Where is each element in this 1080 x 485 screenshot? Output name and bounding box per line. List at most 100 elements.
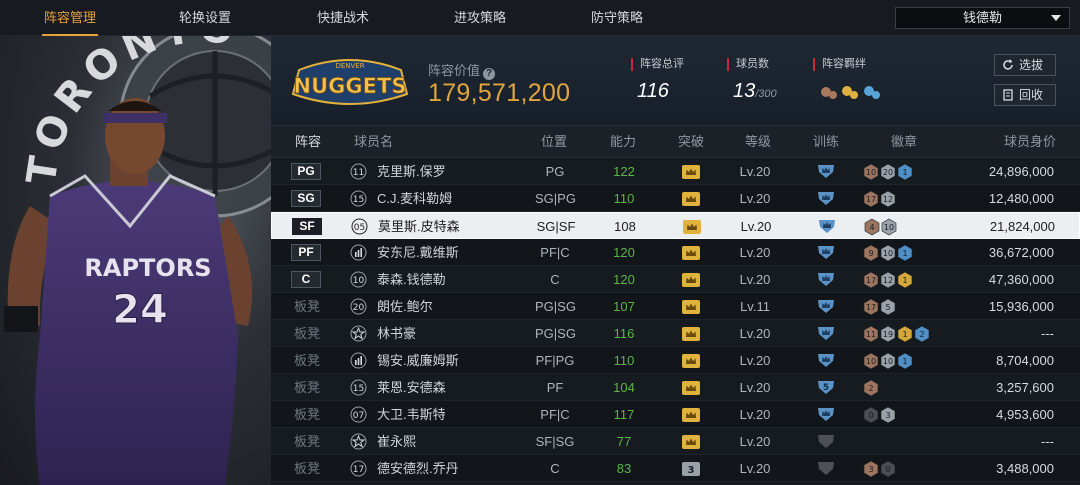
- player-value: 24,896,000: [988, 164, 1054, 179]
- badge-group[interactable]: 4 10: [864, 218, 898, 236]
- badge-group[interactable]: 2: [863, 379, 880, 397]
- badge-group[interactable]: 10 10 1: [863, 352, 914, 370]
- badge-bronze-icon: 17: [863, 298, 879, 316]
- slot-badge: SF: [292, 218, 322, 235]
- badge-count: 2: [919, 330, 924, 339]
- player-name[interactable]: 锡安.威廉姆斯: [377, 347, 459, 374]
- badge-bronze-icon: 9: [863, 244, 879, 262]
- table-row[interactable]: 板凳 锡安.威廉姆斯 PF|PG 110 Lv.20 10 10 1 8,704,000: [271, 347, 1080, 374]
- tab-lineup[interactable]: 阵容管理: [20, 0, 120, 36]
- training-shield-icon[interactable]: [816, 271, 836, 288]
- badge-group[interactable]: 17 5: [863, 298, 897, 316]
- table-row[interactable]: C 10 泰森.钱德勒 C 120 Lv.20 17 12 1 47,360,000: [271, 266, 1080, 293]
- training-shield-icon[interactable]: [817, 218, 837, 235]
- badge-dark-icon: 0: [863, 406, 879, 424]
- table-row[interactable]: 板凳 15 莱恩.安德森 PF 104 Lv.20 5 2 3,257,600: [271, 374, 1080, 401]
- player-position: PG|SG: [535, 299, 576, 314]
- training-shield-icon[interactable]: [816, 352, 836, 369]
- table-row[interactable]: 板凳 07 大卫.韦斯特 PF|C 117 Lv.20 0 3 4,953,600: [271, 401, 1080, 428]
- table-row[interactable]: PF 安东尼.戴维斯 PF|C 120 Lv.20 9 10 1 36,672,000: [271, 239, 1080, 266]
- table-row[interactable]: 板凳 17 德安德烈.乔丹 C 83 3 Lv.20 3 0 3,488,000: [271, 455, 1080, 482]
- player-name[interactable]: 莫里斯.皮特森: [378, 213, 460, 240]
- slot-bench-label: 板凳: [294, 461, 321, 476]
- player-name[interactable]: 莱恩.安德森: [377, 374, 446, 401]
- header-slot: 阵容: [295, 134, 322, 149]
- table-row[interactable]: SF 05 莫里斯.皮特森 SG|SF 108 Lv.20 4 10 21,824,000: [271, 212, 1080, 239]
- badge-count: 19: [883, 330, 893, 339]
- player-count-value: 13: [733, 80, 756, 102]
- player-name[interactable]: C.J.麦科勒姆: [377, 185, 452, 212]
- table-row[interactable]: 板凳 20 朗佐.鲍尔 PG|SG 107 Lv.11 17 5 15,936,000: [271, 293, 1080, 320]
- badge-count: 1: [902, 276, 907, 285]
- training-shield-icon[interactable]: [816, 433, 836, 450]
- select-button[interactable]: 选拔: [994, 54, 1056, 76]
- badge-group[interactable]: 11 19 1 2: [863, 325, 931, 343]
- training-shield-icon[interactable]: [816, 163, 836, 180]
- badge-count: 1: [902, 168, 907, 177]
- player-level: Lv.20: [739, 272, 771, 287]
- badge-count: 12: [883, 276, 893, 285]
- signal-bars-icon: [350, 352, 367, 369]
- badge-group[interactable]: 30: [863, 460, 897, 478]
- recycle-button[interactable]: 回收: [994, 84, 1056, 106]
- badge-count: 2: [868, 384, 873, 393]
- player-position: C: [550, 461, 560, 476]
- break-status: [682, 246, 700, 260]
- player-name[interactable]: 崔永熙: [377, 428, 416, 455]
- training-shield-icon[interactable]: [816, 460, 836, 477]
- training-shield-icon[interactable]: 5: [816, 379, 836, 396]
- player-name[interactable]: 林书豪: [377, 320, 416, 347]
- break-status: [682, 354, 700, 368]
- tab-quick-tactics[interactable]: 快捷战术: [293, 0, 393, 36]
- tab-rotation[interactable]: 轮换设置: [155, 0, 255, 36]
- badge-group[interactable]: 10 20 1: [863, 163, 914, 181]
- lineup-value: 179,571,200: [428, 79, 571, 107]
- badge-count: 20: [883, 168, 893, 177]
- player-name[interactable]: 大卫.韦斯特: [377, 401, 446, 428]
- badge-count: 11: [866, 330, 876, 339]
- training-shield-icon[interactable]: [816, 190, 836, 207]
- bond-icons[interactable]: [819, 82, 885, 102]
- tab-defense[interactable]: 防守策略: [567, 0, 667, 36]
- badge-group[interactable]: 03: [863, 406, 897, 424]
- break-status: [682, 273, 700, 287]
- player-name[interactable]: 克里斯.保罗: [377, 158, 446, 185]
- slot-bench-label: 板凳: [294, 299, 321, 314]
- table-row[interactable]: 板凳 崔永熙 SF|SG 77 Lv.20 ---: [271, 428, 1080, 455]
- badge-silver-icon: 20: [880, 163, 896, 181]
- badge-group[interactable]: 9 10 1: [863, 244, 914, 262]
- training-shield-icon[interactable]: [816, 325, 836, 342]
- player-value: 4,953,600: [996, 407, 1054, 422]
- tab-offense[interactable]: 进攻策略: [430, 0, 530, 36]
- lineup-rating-label: 阵容总评: [631, 58, 684, 71]
- player-value: 8,704,000: [996, 353, 1054, 368]
- badge-group[interactable]: 17 12: [863, 190, 897, 208]
- break-status: [682, 192, 700, 206]
- badge-group[interactable]: 17 12 1: [863, 271, 914, 289]
- badge-count: 17: [866, 276, 876, 285]
- player-position: C: [550, 272, 560, 287]
- jersey-number: 17: [353, 465, 364, 475]
- badge-count: 17: [866, 303, 876, 312]
- badge-group[interactable]: [863, 433, 864, 451]
- table-row[interactable]: 板凳 林书豪 PG|SG 116 Lv.20 11 19 1 2 ---: [271, 320, 1080, 347]
- training-shield-icon[interactable]: [816, 406, 836, 423]
- player-name[interactable]: 泰森.钱德勒: [377, 266, 446, 293]
- player-name[interactable]: 朗佐.鲍尔: [377, 293, 433, 320]
- slot-bench-label: 板凳: [294, 407, 321, 422]
- player-level: Lv.20: [739, 353, 771, 368]
- team-dropdown[interactable]: 钱德勒: [895, 7, 1070, 29]
- table-row[interactable]: SG 15 C.J.麦科勒姆 SG|PG 110 Lv.20 17 12 12,480,000: [271, 185, 1080, 212]
- lineup-rating-value: 116: [637, 80, 669, 102]
- player-name[interactable]: 安东尼.戴维斯: [377, 239, 459, 266]
- badge-count: 17: [866, 195, 876, 204]
- player-name[interactable]: 德安德烈.乔丹: [377, 455, 459, 482]
- training-shield-icon[interactable]: [816, 298, 836, 315]
- jersey-number: 07: [353, 411, 364, 421]
- player-portrait-art: TORONTO RAPTORS 24: [4, 36, 271, 485]
- training-shield-icon[interactable]: [816, 244, 836, 261]
- break-status: [682, 408, 700, 422]
- star-icon: [350, 325, 367, 342]
- jersey-number: 15: [353, 195, 364, 205]
- table-row[interactable]: PG 11 克里斯.保罗 PG 122 Lv.20 10 20 1 24,896,000: [271, 158, 1080, 185]
